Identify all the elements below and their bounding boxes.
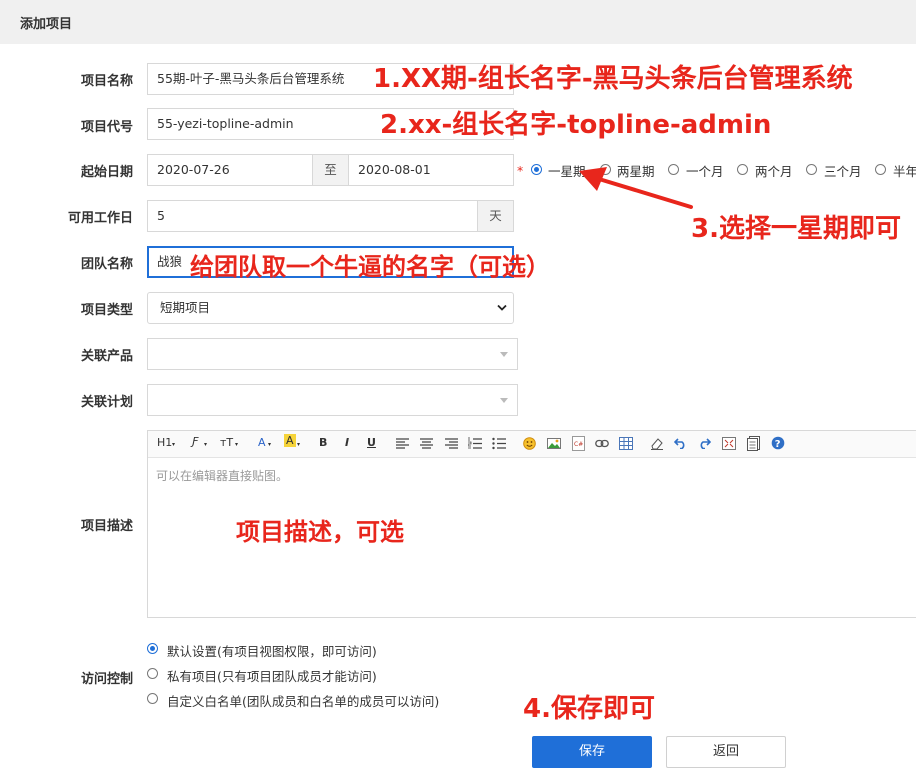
- redo-icon[interactable]: [698, 437, 711, 449]
- name-label: 项目名称: [80, 74, 133, 89]
- duration-label: 半年: [893, 164, 916, 179]
- dates-label: 起始日期: [80, 165, 133, 180]
- font-family-button[interactable]: Ƒ: [192, 435, 198, 448]
- eraser-icon[interactable]: [650, 437, 664, 450]
- start-date-input[interactable]: 2020-07-26: [147, 154, 313, 186]
- product-label: 关联产品: [80, 349, 133, 364]
- highlight-button[interactable]: A: [284, 434, 296, 447]
- unordered-list-icon[interactable]: [492, 437, 506, 450]
- workdays-label: 可用工作日: [67, 211, 133, 226]
- description-label: 项目描述: [80, 519, 133, 534]
- duration-label: 三个月: [824, 164, 862, 179]
- ordered-list-icon[interactable]: [468, 437, 482, 450]
- product-select[interactable]: [147, 338, 518, 370]
- font-color-button[interactable]: A: [258, 436, 266, 449]
- page-title: 添加项目: [20, 17, 73, 32]
- source-icon[interactable]: [747, 436, 760, 451]
- back-button[interactable]: 返回: [666, 736, 786, 768]
- date-separator: 至: [312, 154, 349, 186]
- italic-button[interactable]: I: [345, 436, 349, 449]
- help-icon[interactable]: ?: [771, 436, 785, 450]
- underline-button[interactable]: U: [367, 436, 376, 449]
- code-label: 项目代号: [80, 120, 133, 135]
- annotation-name-hint: 1.XX期-组长名字-黑马头条后台管理系统: [373, 64, 853, 94]
- caret-down-icon: [500, 398, 508, 403]
- radio-icon: [806, 164, 817, 175]
- type-label: 项目类型: [80, 303, 133, 318]
- access-option-label: 自定义白名单(团队成员和白名单的成员可以访问): [167, 694, 440, 709]
- access-option-label: 默认设置(有项目视图权限，即可访问): [167, 644, 377, 659]
- plan-select[interactable]: [147, 384, 518, 416]
- align-right-icon[interactable]: [445, 438, 458, 449]
- annotation-description-hint: 项目描述，可选: [236, 518, 404, 546]
- required-mark: *: [517, 163, 524, 178]
- chevron-down-icon: ▾: [268, 441, 272, 448]
- svg-text:C#: C#: [574, 441, 583, 448]
- radio-icon: [737, 164, 748, 175]
- chevron-down-icon: ▾: [297, 441, 301, 448]
- code-icon[interactable]: C#: [572, 436, 586, 451]
- table-icon[interactable]: [619, 437, 633, 450]
- radio-icon: [147, 693, 158, 704]
- svg-text:?: ?: [775, 439, 781, 450]
- image-icon[interactable]: [547, 437, 561, 450]
- chevron-down-icon: ▾: [204, 441, 208, 448]
- editor-toolbar: H1 ▾ Ƒ ▾ тT ▾ A ▾ A ▾ B I U C# ?: [148, 431, 916, 458]
- team-label: 团队名称: [80, 257, 133, 272]
- radio-selected-icon: [531, 164, 542, 175]
- align-left-icon[interactable]: [396, 438, 409, 449]
- chevron-down-icon: ▾: [172, 441, 176, 448]
- chevron-down-icon: ▾: [235, 441, 239, 448]
- radio-icon: [147, 668, 158, 679]
- annotation-duration-hint: 3.选择一星期即可: [691, 214, 901, 244]
- heading-button[interactable]: H1: [157, 436, 172, 449]
- undo-icon[interactable]: [674, 437, 687, 449]
- radio-icon: [875, 164, 886, 175]
- fullscreen-icon[interactable]: [722, 437, 736, 450]
- access-option-label: 私有项目(只有项目团队成员才能访问): [167, 669, 377, 684]
- annotation-team-hint: 给团队取一个牛逼的名字（可选）: [190, 253, 550, 281]
- link-icon[interactable]: [595, 439, 609, 448]
- annotation-code-hint: 2.xx-组长名字-topline-admin: [380, 110, 772, 140]
- editor-placeholder: 可以在编辑器直接贴图。: [156, 469, 289, 483]
- project-type-value: 短期项目: [160, 300, 211, 315]
- caret-down-icon: [500, 352, 508, 357]
- end-date-input[interactable]: 2020-08-01: [348, 154, 514, 186]
- font-size-button[interactable]: тT: [220, 436, 233, 449]
- arrow-annotation-icon: [579, 167, 693, 209]
- save-button[interactable]: 保存: [532, 736, 652, 768]
- plan-label: 关联计划: [80, 395, 133, 410]
- chevron-down-icon: [497, 304, 507, 311]
- access-label: 访问控制: [80, 672, 133, 687]
- align-center-icon[interactable]: [420, 438, 433, 449]
- project-type-select[interactable]: 短期项目: [147, 292, 514, 324]
- duration-label: 两个月: [755, 164, 793, 179]
- radio-selected-icon: [147, 643, 158, 654]
- bold-button[interactable]: B: [319, 436, 327, 449]
- workdays-input[interactable]: 5: [147, 200, 478, 232]
- annotation-save-hint: 4.保存即可: [523, 694, 655, 724]
- emoji-icon[interactable]: [523, 437, 536, 450]
- workdays-unit: 天: [477, 200, 514, 232]
- page-header: 添加项目: [0, 0, 916, 44]
